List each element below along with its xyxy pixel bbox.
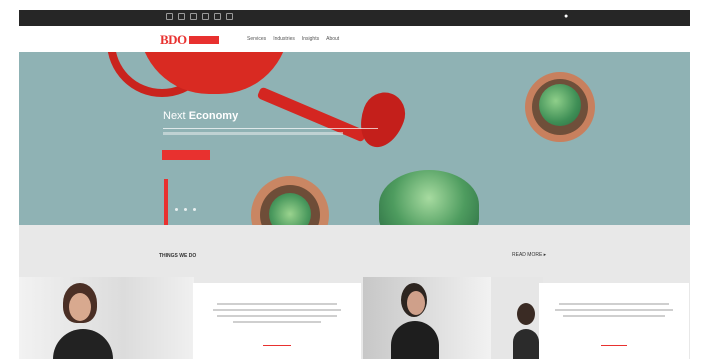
watering-can-rose: [352, 86, 412, 154]
site-logo[interactable]: BDO: [160, 33, 219, 46]
hero-title: Next Economy: [163, 110, 238, 122]
hero-cta-button[interactable]: [162, 150, 210, 160]
card-text-line: [555, 309, 673, 311]
woman-photo: [19, 277, 194, 359]
card-text-line: [559, 303, 669, 305]
hero-divider: [163, 128, 378, 129]
succulent-plant-image: [379, 170, 479, 225]
logo-tagline: [188, 35, 219, 44]
card-link-underline: [263, 345, 291, 346]
man-photo: [363, 277, 491, 359]
succulent-pot-image: [251, 176, 329, 225]
top-bar: ●: [19, 10, 690, 26]
hero-banner: Next Economy: [19, 52, 690, 225]
carousel-dot[interactable]: [184, 208, 187, 211]
hero-accent-bar: [164, 179, 168, 225]
rss-icon[interactable]: [226, 13, 233, 20]
section-more-link[interactable]: READ MORE ▸: [512, 252, 546, 258]
main-navigation: BDO Services Industries Insights About: [19, 26, 690, 53]
card-text-line: [213, 309, 341, 311]
card-text-line: [563, 315, 665, 317]
hero-title-accent: Economy: [188, 110, 239, 122]
content-card[interactable]: [193, 283, 361, 359]
card-link-underline: [601, 345, 627, 346]
facebook-icon[interactable]: [166, 13, 173, 20]
section-title: THINGS WE DO: [159, 253, 197, 259]
logo-mark: BDO: [160, 32, 187, 47]
card-text-line: [217, 303, 337, 305]
twitter-icon[interactable]: [178, 13, 185, 20]
person-photo: [491, 277, 543, 359]
content-card[interactable]: [539, 283, 689, 359]
succulent-pot-image: [525, 72, 595, 142]
nav-link-services[interactable]: Services: [247, 36, 266, 42]
nav-link-insights[interactable]: Insights: [302, 36, 319, 42]
search-icon[interactable]: ●: [564, 13, 571, 20]
hero-subtitle: [163, 132, 343, 135]
web-page: ● BDO Services Industries Insights About: [0, 0, 709, 359]
card-text-line: [217, 315, 337, 317]
instagram-icon[interactable]: [214, 13, 221, 20]
carousel-dots: [175, 208, 196, 211]
carousel-dot[interactable]: [193, 208, 196, 211]
nav-link-about[interactable]: About: [326, 36, 339, 42]
carousel-dot[interactable]: [175, 208, 178, 211]
hero-title-prefix: Next: [163, 110, 186, 122]
youtube-icon[interactable]: [202, 13, 209, 20]
card-text-line: [233, 321, 321, 323]
linkedin-icon[interactable]: [190, 13, 197, 20]
social-links: [166, 13, 233, 20]
nav-link-industries[interactable]: Industries: [273, 36, 295, 42]
nav-links: Services Industries Insights About: [247, 36, 339, 42]
content-section: THINGS WE DO READ MORE ▸: [19, 225, 690, 359]
